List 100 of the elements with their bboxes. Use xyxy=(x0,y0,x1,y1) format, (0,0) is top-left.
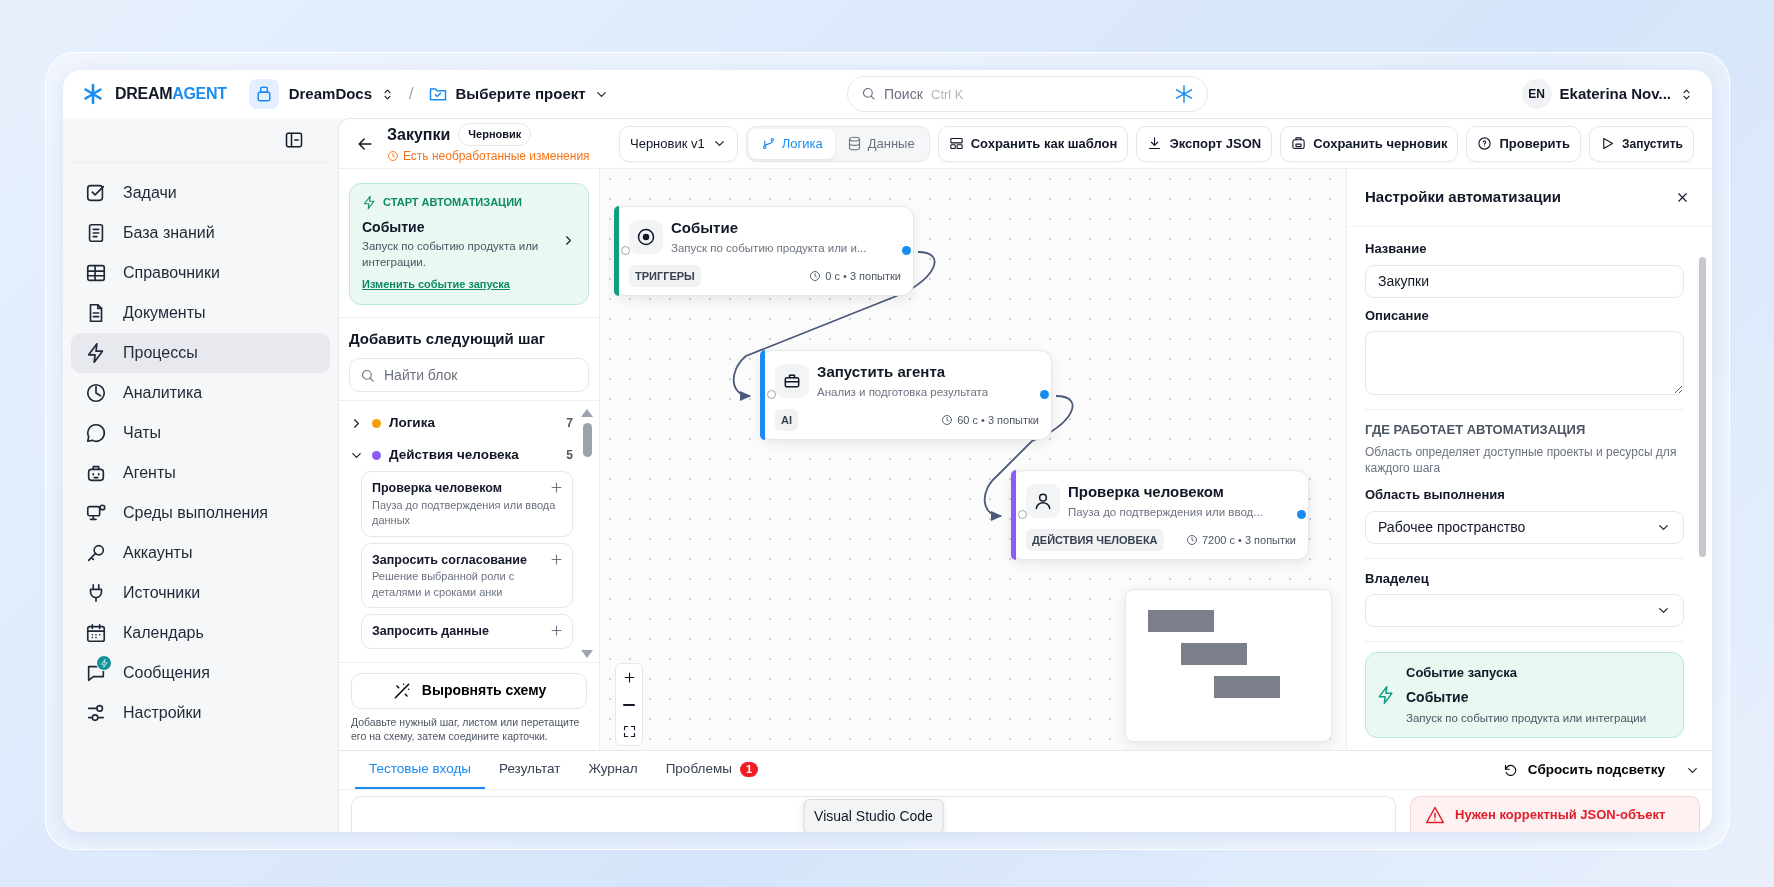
view-tab[interactable]: Логика xyxy=(748,128,835,159)
clock-icon xyxy=(1185,534,1198,546)
block-card[interactable]: Запросить согласование Решение выбранной роли с деталями и сроками анки xyxy=(361,542,573,609)
block-search-field[interactable]: Найти блок xyxy=(349,358,589,393)
sidebar-item[interactable]: Документы xyxy=(71,293,330,333)
node-meta: 60 с • 3 попытки xyxy=(957,412,1039,428)
sidebar-item[interactable]: Процессы xyxy=(71,333,330,373)
sidebar-item[interactable]: Задачи xyxy=(71,173,330,213)
node-meta: 7200 с • 3 попытки xyxy=(1201,532,1296,548)
trigger-card[interactable]: Событие запуска Событие Запуск по событию продукта или интеграции xyxy=(1365,652,1684,738)
node-meta: 0 с • 3 попытки xyxy=(825,268,901,284)
sidebar-item[interactable]: Чаты xyxy=(71,413,330,453)
sidebar-item[interactable]: Аналитика xyxy=(71,373,330,413)
section-heading: ГДЕ РАБОТАЕТ АВТОМАТИЗАЦИЯ xyxy=(1365,421,1587,439)
workspace-switcher[interactable]: DreamDocs xyxy=(288,82,396,106)
table-icon xyxy=(85,262,107,284)
user-name[interactable]: Ekaterina Nov... xyxy=(1559,82,1671,106)
sidebar-item[interactable]: Справочники xyxy=(71,253,330,293)
reset-icon xyxy=(1502,762,1518,778)
node-description: Пауза до подтверждения или ввод... xyxy=(1068,504,1263,520)
sidebar-item[interactable]: База знаний xyxy=(71,213,330,253)
section-description: Область определяет доступные проекты и ресурсы для каждого шага xyxy=(1365,443,1678,478)
database-icon xyxy=(846,136,862,151)
output-port[interactable] xyxy=(1297,510,1306,520)
field-label: Область выполнения xyxy=(1365,486,1506,505)
change-trigger-link[interactable]: Изменить событие запуска xyxy=(362,275,510,293)
sidebar-item[interactable]: Аккаунты xyxy=(71,533,330,573)
sidebar-item[interactable]: Настройки xyxy=(71,693,330,733)
category-name: Логика xyxy=(389,414,435,433)
lightning-icon xyxy=(1376,684,1396,705)
bottom-tab[interactable]: Результат xyxy=(485,751,575,789)
version-select[interactable]: Черновик v1 xyxy=(619,125,738,162)
trigger-card[interactable]: СТАРТ АВТОМАТИЗАЦИИ Событие Запуск по событию продукта или интеграции. Изменить событие запуска xyxy=(349,183,589,305)
breadcrumb-separator: / xyxy=(409,84,414,104)
logo-text: DREAMAGENT xyxy=(115,84,227,104)
bottom-tab[interactable]: Проблемы 1 xyxy=(651,751,772,789)
block-title: Запросить данные xyxy=(372,623,490,641)
project-selector[interactable]: Выберите проект xyxy=(427,82,609,106)
calendar-icon xyxy=(85,622,107,644)
toolbar-button[interactable]: Проверить xyxy=(1466,125,1581,162)
select-field[interactable] xyxy=(1365,594,1684,628)
bottom-tab[interactable]: Тестовые входы xyxy=(355,751,485,789)
sidebar-item[interactable]: Сообщения xyxy=(71,653,330,693)
output-port[interactable] xyxy=(902,246,911,256)
textarea-field[interactable] xyxy=(1365,331,1684,395)
sparkle-icon xyxy=(1174,84,1194,104)
block-description: Пауза до подтверждения или ввода данных xyxy=(372,497,557,529)
flow-node[interactable]: Запустить агента Анализ и подготовка результата AI 60 с • 3 попытки xyxy=(760,350,1052,441)
sidebar-item[interactable]: Среды выполнения xyxy=(71,493,330,533)
flow-node[interactable]: Событие Запуск по событию продукта или и... ТРИГГЕРЫ 0 с • 3 попытки xyxy=(614,206,914,297)
search-icon xyxy=(360,368,375,384)
category-count: 7 xyxy=(566,415,573,433)
reset-highlight-button[interactable]: Сбросить подсветку xyxy=(1496,751,1671,789)
trigger-label: Событие запуска xyxy=(1406,664,1518,683)
clock-icon xyxy=(387,149,399,162)
view-tab[interactable]: Данные xyxy=(834,128,927,159)
flow-title: Закупки xyxy=(387,124,451,145)
node-tag: AI xyxy=(775,408,798,432)
field-label: Название xyxy=(1365,240,1428,258)
tooltip: Visual Studio Code xyxy=(803,799,944,832)
flow-node[interactable]: Проверка человеком Пауза до подтверждения или ввод... ДЕЙСТВИЯ ЧЕЛОВЕКА 7200 с • 3 попытки xyxy=(1011,470,1309,561)
trigger-label: СТАРТ АВТОМАТИЗАЦИИ xyxy=(383,195,522,210)
input-port[interactable] xyxy=(1018,510,1027,520)
trigger-title: Событие xyxy=(1406,687,1470,707)
block-card[interactable]: Запросить данные xyxy=(361,614,573,649)
node-title: Событие xyxy=(671,218,739,238)
toolbar-button[interactable]: Экспорт JSON xyxy=(1136,125,1273,162)
speech-bubble-icon xyxy=(85,422,107,444)
clock-icon xyxy=(941,414,954,426)
lightning-icon xyxy=(362,194,377,210)
minimap[interactable] xyxy=(1125,589,1332,742)
count-badge: 1 xyxy=(739,761,758,777)
target-icon xyxy=(629,219,663,254)
sidebar-item[interactable]: Агенты xyxy=(71,453,330,493)
plus-icon xyxy=(549,551,564,567)
sidebar-item[interactable]: Источники xyxy=(71,573,330,613)
bottom-tab[interactable]: Журнал xyxy=(574,751,652,789)
error-message: Нужен корректный JSON-объект xyxy=(1410,796,1700,832)
user-icon xyxy=(1026,483,1060,518)
minus-icon xyxy=(623,703,635,706)
sidebar-item[interactable]: Календарь xyxy=(71,613,330,653)
block-card[interactable]: Проверка человеком Пауза до подтверждения или ввода данных xyxy=(361,471,573,537)
select-field[interactable]: Рабочее пространство xyxy=(1365,510,1684,544)
block-title: Запросить согласование xyxy=(372,551,528,569)
input-box[interactable]: Visual Studio Code xyxy=(351,796,1396,832)
input-port[interactable] xyxy=(621,246,630,256)
output-port[interactable] xyxy=(1040,390,1049,400)
node-description: Анализ и подготовка результата xyxy=(817,384,989,400)
text-field[interactable]: Закупки xyxy=(1365,264,1684,298)
plus-icon xyxy=(549,623,564,639)
asterisk-icon xyxy=(81,82,105,106)
align-button[interactable]: Выровнять схему xyxy=(351,672,587,709)
warning-text: Есть необработанные изменения xyxy=(403,147,590,165)
block-description: Решение выбранной роли с деталями и сроками анки xyxy=(372,569,516,600)
toolbar-button[interactable]: Сохранить черновик xyxy=(1280,125,1459,162)
toolbar-button[interactable]: Запустить xyxy=(1589,125,1694,162)
category-count: 5 xyxy=(566,447,573,465)
input-port[interactable] xyxy=(767,390,776,400)
sliders-icon xyxy=(85,702,107,724)
toolbar-button[interactable]: Сохранить как шаблон xyxy=(937,125,1129,162)
